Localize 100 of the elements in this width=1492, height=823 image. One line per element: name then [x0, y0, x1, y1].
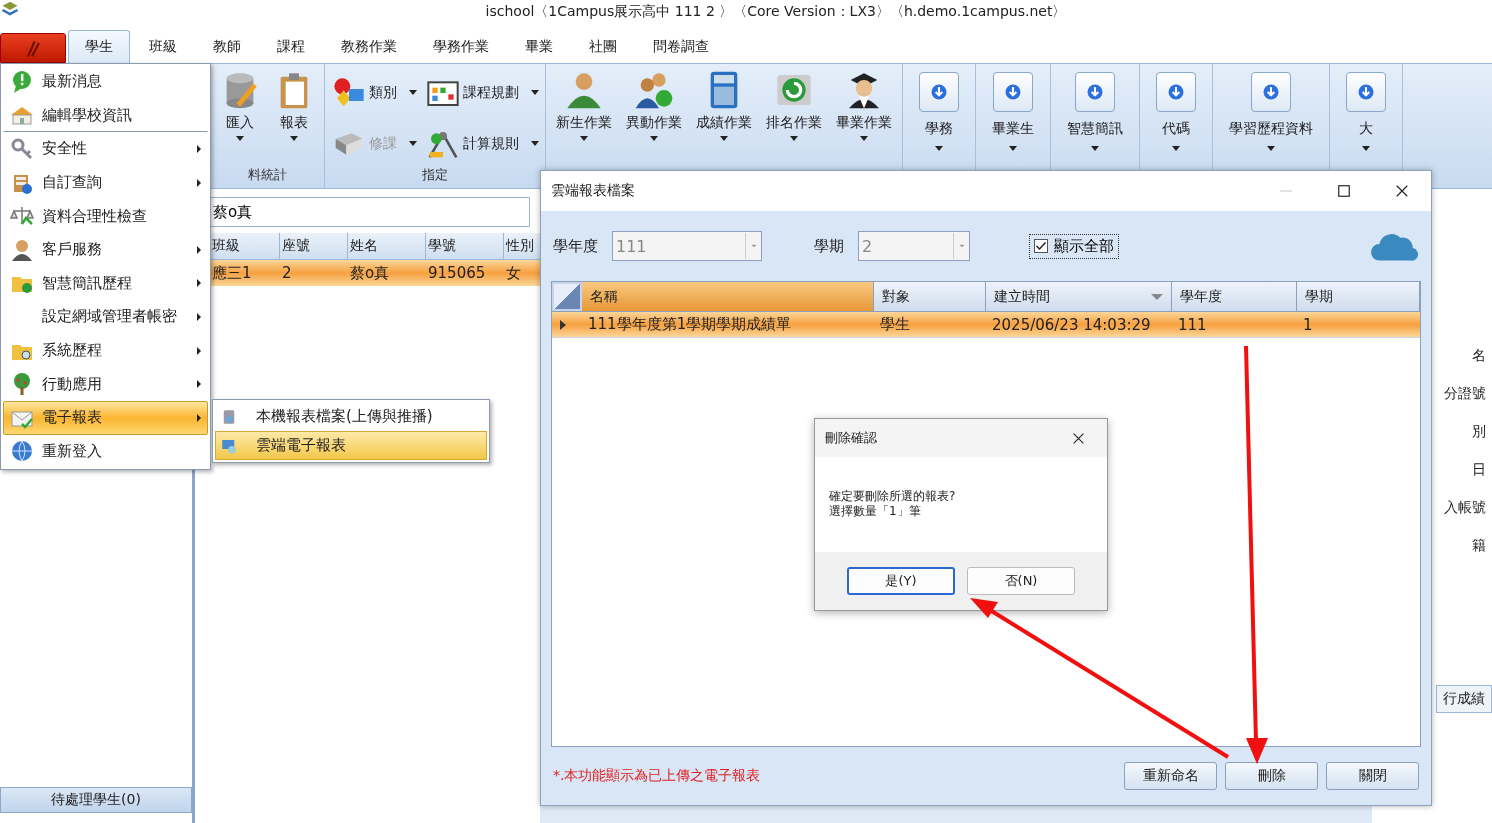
- menu-item[interactable]: 智慧簡訊歷程: [3, 266, 208, 301]
- ribbon-tab[interactable]: 問卷調查: [636, 30, 726, 63]
- menu-item-label: 安全性: [42, 139, 88, 159]
- ribbon-button[interactable]: 智慧簡訊: [1057, 68, 1133, 166]
- menu-item-label: 資料合理性檢查: [42, 206, 148, 226]
- ribbon-button[interactable]: 排名作業: [762, 68, 826, 166]
- menu-item[interactable]: 重新登入: [3, 434, 208, 469]
- ribbon-button[interactable]: 匯入: [216, 68, 264, 166]
- ribbon-button[interactable]: 類別: [331, 74, 399, 111]
- caret-icon: [1172, 146, 1180, 151]
- table-row[interactable]: 111學年度第1學期學期成績單 學生 2025/06/23 14:03:29 111 1: [552, 312, 1420, 338]
- column-header[interactable]: 對象: [874, 282, 986, 311]
- show-all-checkbox[interactable]: 顯示全部: [1029, 233, 1119, 259]
- panel-tab[interactable]: 行成績: [1436, 685, 1492, 713]
- menu-item-label: 系統歷程: [42, 341, 103, 361]
- group-label: 料統計: [246, 166, 288, 184]
- column-header[interactable]: 名稱: [582, 282, 874, 311]
- column-header[interactable]: 學號: [426, 233, 504, 259]
- dialog-button[interactable]: 刪除: [1225, 762, 1318, 790]
- ribbon-tab[interactable]: 班級: [132, 30, 194, 63]
- submenu-arrow-icon: [197, 279, 201, 288]
- column-header[interactable]: 建立時間: [986, 282, 1172, 311]
- column-header[interactable]: 學年度: [1172, 282, 1297, 311]
- ribbon-button[interactable]: 新生作業: [552, 68, 616, 166]
- app-menu-button[interactable]: [0, 33, 66, 63]
- ribbon-tab[interactable]: 課程: [260, 30, 322, 63]
- ribbon-button[interactable]: 學習歷程資料: [1219, 68, 1323, 166]
- column-header[interactable]: 學期: [1297, 282, 1420, 311]
- close-icon: [1395, 184, 1409, 198]
- ribbon-button[interactable]: 代碼: [1146, 68, 1206, 166]
- caret-icon: [290, 136, 298, 141]
- menu-item[interactable]: 資料合理性檢查: [3, 199, 208, 233]
- ribbon-button[interactable]: 報表: [270, 68, 318, 166]
- ribbon-tab[interactable]: 教師: [196, 30, 258, 63]
- table-cell-text: 應三1: [211, 263, 253, 283]
- field-label: 籍: [1472, 537, 1487, 555]
- caret-icon: [1091, 146, 1099, 151]
- maximize-icon: [1337, 184, 1351, 198]
- caret-icon: [580, 136, 588, 141]
- ribbon-button[interactable]: 異動作業: [622, 68, 686, 166]
- caret-icon: [409, 141, 417, 146]
- menu-item[interactable]: 行動應用: [3, 367, 208, 401]
- dialog-title: 雲端報表檔案: [551, 182, 636, 200]
- select-all-corner[interactable]: [552, 282, 582, 311]
- menu-item[interactable]: 安全性: [3, 132, 208, 166]
- menu-item-label: 電子報表: [42, 408, 103, 428]
- ribbon-tab[interactable]: 社團: [572, 30, 634, 63]
- caret-icon: [409, 90, 417, 95]
- ribbon-tab[interactable]: 畢業: [508, 30, 570, 63]
- submenu-arrow-icon: [197, 145, 201, 153]
- menu-item[interactable]: 編輯學校資訊: [3, 98, 208, 133]
- ribbon-tab[interactable]: 學務作業: [416, 30, 506, 63]
- submenu-arrow-icon: [197, 380, 201, 389]
- column-header[interactable]: 座號: [280, 233, 348, 259]
- menu-item[interactable]: 電子報表: [3, 400, 208, 435]
- ribbon-button[interactable]: 畢業生: [982, 68, 1044, 166]
- key-icon: [10, 137, 34, 161]
- caret-icon: [860, 136, 868, 141]
- table-row[interactable]: 應三1 2 蔡o真 915065 女: [210, 260, 540, 286]
- menu-item[interactable]: 客戶服務: [3, 232, 208, 267]
- menu-item[interactable]: 系統歷程: [3, 333, 208, 368]
- ribbon-tab[interactable]: 學生: [68, 30, 130, 63]
- menu-item-label: 自訂查詢: [42, 173, 103, 193]
- dialog-button[interactable]: 關閉: [1326, 762, 1419, 790]
- menu-item[interactable]: 雲端電子報表: [215, 431, 487, 460]
- menu-item[interactable]: 本機報表檔案(上傳與推播): [215, 402, 487, 431]
- ribbon-button[interactable]: 計算規則: [425, 125, 521, 162]
- submenu-arrow-icon: [197, 312, 201, 321]
- column-header[interactable]: 姓名: [348, 233, 426, 259]
- menu-item[interactable]: 設定網域管理者帳密: [3, 300, 208, 334]
- search-field[interactable]: 蔡o真: [210, 197, 530, 227]
- menu-item-label: 智慧簡訊歷程: [42, 273, 133, 293]
- sort-arrow-icon: [1151, 293, 1163, 300]
- ribbon-button[interactable]: 課程規劃: [425, 74, 521, 111]
- caret-icon: [236, 136, 244, 141]
- table-cell-text: 915065: [427, 264, 487, 282]
- table-cell-text: 1: [1302, 315, 1314, 334]
- ribbon-button[interactable]: 成績作業: [692, 68, 756, 166]
- shapes-icon: [333, 76, 365, 109]
- ribbon-button[interactable]: 畢業作業: [832, 68, 896, 166]
- dialog-button[interactable]: 否(N): [967, 567, 1075, 595]
- ribbon-tab[interactable]: 教務作業: [324, 30, 414, 63]
- dialog-button[interactable]: 重新命名: [1124, 762, 1217, 790]
- table-cell-text: 女: [505, 263, 522, 283]
- menu-item-label: 最新消息: [42, 72, 103, 92]
- dialog-title: 刪除確認: [825, 429, 878, 447]
- menu-item[interactable]: 自訂查詢: [3, 165, 208, 200]
- menu-item[interactable]: 最新消息: [3, 65, 208, 99]
- ribbon-button[interactable]: 大: [1336, 68, 1396, 166]
- field-label: 學年度: [553, 236, 598, 256]
- caret-icon: [1267, 146, 1275, 151]
- download-icon: [1356, 82, 1376, 102]
- dialog-button[interactable]: 是(Y): [847, 567, 955, 595]
- caret-icon: [531, 90, 539, 95]
- download-icon: [929, 82, 949, 102]
- globe-icon: [10, 439, 34, 464]
- submenu-arrow-icon: [197, 346, 201, 355]
- caret-icon: [1009, 146, 1017, 151]
- pending-students-button[interactable]: 待處理學生(0): [0, 787, 192, 813]
- ribbon-button[interactable]: 學務: [909, 68, 969, 166]
